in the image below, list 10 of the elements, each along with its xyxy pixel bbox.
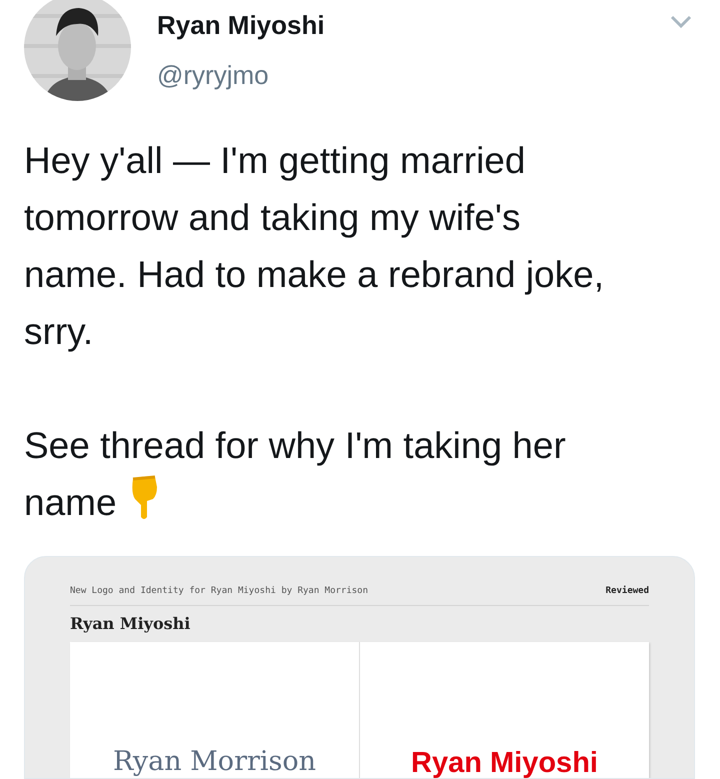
article-title: Ryan Miyoshi	[70, 612, 190, 634]
article-header: New Logo and Identity for Ryan Miyoshi by Ryan Morrison	[70, 585, 368, 598]
tweet-text: Hey y'all — I'm getting married tomorrow and taking my wife's name. Had to make a rebrand joke, srry.	[24, 139, 605, 354]
link-card[interactable]: New Logo and Identity for Ryan Miyoshi by Ryan Morrison Reviewed Ryan Miyoshi Ryan Morrison Ryan Miyoshi	[24, 556, 695, 779]
old-logo-text: Ryan Morrison	[112, 744, 316, 778]
review-label: Reviewed	[606, 585, 649, 598]
author-handle: @ryryjmo	[157, 60, 270, 90]
author-name: Ryan Miyoshi	[157, 10, 325, 40]
new-logo-text: Ryan Miyoshi	[411, 746, 598, 778]
tweet-text: See thread for why I'm taking her name	[24, 424, 567, 525]
